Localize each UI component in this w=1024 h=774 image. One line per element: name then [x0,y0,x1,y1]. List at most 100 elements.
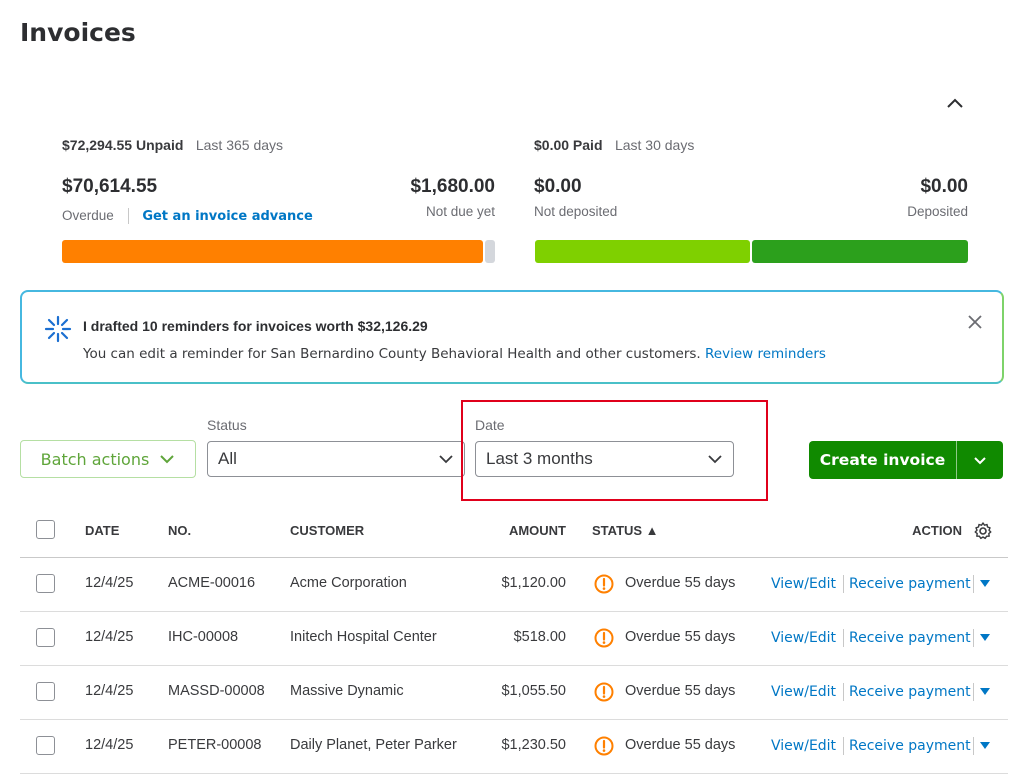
receive-payment-link[interactable]: Receive payment [849,684,971,700]
sparkle-icon [44,315,72,343]
row-status: Overdue 55 days [625,629,736,645]
row-customer: Daily Planet, Peter Parker [290,737,457,753]
row-status: Overdue 55 days [625,575,736,591]
caret-down-icon[interactable] [979,633,991,642]
action-divider [843,737,844,755]
row-invoice-no: IHC-00008 [168,629,239,645]
create-invoice-button[interactable]: Create invoice [809,441,957,479]
action-divider [843,683,844,701]
caret-down-icon[interactable] [979,579,991,588]
warning-icon [594,628,614,648]
status-filter-value: All [218,449,237,468]
row-status: Overdue 55 days [625,737,736,753]
deposited-bar-segment [752,240,968,263]
row-checkbox[interactable] [36,628,55,647]
row-status: Overdue 55 days [625,683,736,699]
row-divider [20,719,1008,720]
column-header-date[interactable]: DATE [85,523,119,538]
not-deposited-amount: $0.00 [534,176,582,197]
chevron-up-icon[interactable] [944,92,966,114]
warning-icon [594,682,614,702]
status-filter-select[interactable]: All [207,441,465,477]
view-edit-link[interactable]: View/Edit [771,738,836,754]
deposited-amount: $0.00 [920,176,968,197]
select-all-checkbox[interactable] [36,520,55,539]
banner-title: I drafted 10 reminders for invoices wort… [83,318,428,334]
invoice-advance-link[interactable]: Get an invoice advance [142,209,313,224]
create-invoice-button-group: Create invoice [809,441,1003,479]
view-edit-link[interactable]: View/Edit [771,576,836,592]
receive-payment-link[interactable]: Receive payment [849,630,971,646]
not-deposited-bar-segment [535,240,750,263]
row-invoice-no: PETER-00008 [168,737,262,753]
unpaid-summary-header: $72,294.55 Unpaid Last 365 days [62,137,283,155]
review-reminders-link[interactable]: Review reminders [705,346,826,362]
paid-total: $0.00 Paid [534,137,603,153]
unpaid-total: $72,294.55 Unpaid [62,137,184,153]
row-divider [20,665,1008,666]
row-invoice-no: MASSD-00008 [168,683,265,699]
row-checkbox[interactable] [36,682,55,701]
row-date: 12/4/25 [85,575,134,591]
column-header-status[interactable]: STATUS ▲ [592,523,659,538]
create-invoice-dropdown[interactable] [957,441,1003,479]
gear-icon[interactable] [973,521,993,541]
row-date: 12/4/25 [85,629,134,645]
overdue-label-row: Overdue Get an invoice advance [62,208,313,225]
chevron-down-icon [974,456,986,464]
row-checkbox[interactable] [36,736,55,755]
column-header-no[interactable]: NO. [168,523,191,538]
paid-summary-header: $0.00 Paid Last 30 days [534,137,694,155]
receive-payment-link[interactable]: Receive payment [849,738,971,754]
header-divider [20,557,1008,558]
deposited-label: Deposited [907,204,968,219]
row-customer: Acme Corporation [290,575,407,591]
column-header-amount[interactable]: AMOUNT [480,523,566,538]
action-divider [973,683,974,701]
overdue-label: Overdue [62,208,114,223]
status-filter-label: Status [207,417,247,433]
action-divider [843,575,844,593]
warning-icon [594,736,614,756]
divider [127,208,129,225]
row-invoice-no: ACME-00016 [168,575,256,591]
receive-payment-link[interactable]: Receive payment [849,576,971,592]
batch-actions-button[interactable]: Batch actions [20,440,196,478]
banner-text-row: You can edit a reminder for San Bernardi… [83,346,826,362]
action-divider [973,737,974,755]
column-header-action: ACTION [912,523,962,538]
batch-actions-label: Batch actions [40,449,150,469]
column-header-customer[interactable]: CUSTOMER [290,523,364,538]
row-checkbox[interactable] [36,574,55,593]
chevron-down-icon [160,455,175,464]
chevron-down-icon [439,455,453,464]
row-amount: $1,120.00 [501,575,566,591]
warning-icon [594,574,614,594]
action-divider [973,575,974,593]
row-amount: $518.00 [513,629,566,645]
unpaid-period: Last 365 days [195,137,284,153]
banner-text: You can edit a reminder for San Bernardi… [83,346,701,362]
paid-period: Last 30 days [614,137,695,153]
close-icon[interactable] [966,313,984,331]
row-date: 12/4/25 [85,683,134,699]
not-due-label: Not due yet [425,204,495,219]
row-amount: $1,055.50 [501,683,566,699]
overdue-bar-segment [62,240,483,263]
not-deposited-label: Not deposited [534,204,618,219]
row-divider [20,611,1008,612]
caret-down-icon[interactable] [979,687,991,696]
action-divider [843,629,844,647]
not-due-bar-segment [485,240,495,263]
row-date: 12/4/25 [85,737,134,753]
view-edit-link[interactable]: View/Edit [771,630,836,646]
page-title: Invoices [20,18,136,47]
view-edit-link[interactable]: View/Edit [771,684,836,700]
overdue-amount: $70,614.55 [62,176,158,197]
row-customer: Initech Hospital Center [290,629,437,645]
row-customer: Massive Dynamic [290,683,404,699]
reminder-banner [20,290,1004,384]
caret-down-icon[interactable] [979,741,991,750]
unpaid-progress-bar [62,240,495,263]
date-filter-highlight [461,400,768,501]
